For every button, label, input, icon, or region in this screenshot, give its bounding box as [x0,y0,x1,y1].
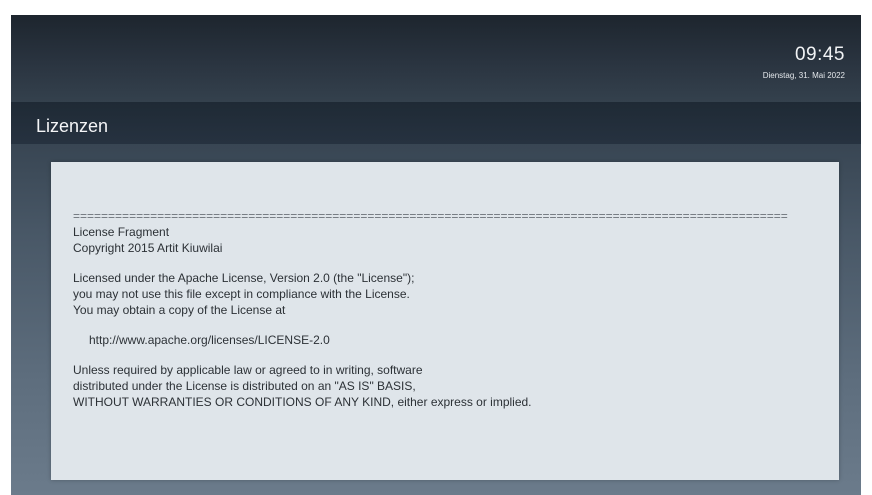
license-line: Licensed under the Apache License, Versi… [73,271,415,285]
license-text-panel[interactable]: ========================================… [51,162,839,480]
license-line: you may not use this file except in comp… [73,287,410,301]
license-line: WITHOUT WARRANTIES OR CONDITIONS OF ANY … [73,395,532,409]
clock-time: 09:45 [794,44,845,65]
license-line: distributed under the License is distrib… [73,379,416,393]
title-bar: Lizenzen [11,102,861,144]
license-line: Unless required by applicable law or agr… [73,363,423,377]
license-url: http://www.apache.org/licenses/LICENSE-2… [89,333,330,347]
tv-screen: 09:45 Dienstag, 31. Mai 2022 Lizenzen ==… [11,15,861,495]
separator-line: ========================================… [73,209,788,223]
top-bar: 09:45 Dienstag, 31. Mai 2022 [11,15,861,102]
license-text: ========================================… [73,208,823,410]
clock-date: Dienstag, 31. Mai 2022 [762,71,845,80]
license-line: License Fragment [73,225,170,239]
license-line: Copyright 2015 Artit Kiuwilai [73,241,223,255]
license-line: You may obtain a copy of the License at [73,303,286,317]
page-title: Lizenzen [36,116,109,136]
